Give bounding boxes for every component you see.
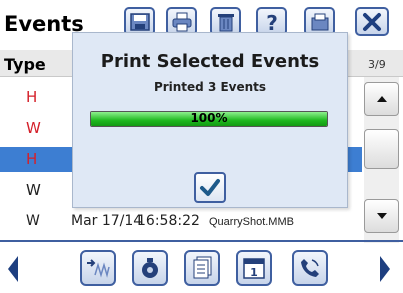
ok-button[interactable] [194,172,226,203]
save-icon [129,12,150,31]
monitor-icon [142,258,158,278]
scroll-up-button[interactable] [364,82,399,116]
dialog-status: Printed 3 Events [153,80,267,94]
export-icon [311,13,328,30]
calendar-icon: 1 [243,258,265,279]
row-type-cell: H [26,150,38,168]
triangle-down-icon [376,213,387,219]
row-type-cell: H [26,88,38,106]
waveform-button[interactable] [80,250,116,286]
row-time-cell: 16:58:22 [137,213,200,229]
row-type-cell: W [26,181,41,199]
documents-button[interactable] [184,250,220,286]
divider [0,240,403,242]
next-button[interactable] [378,254,392,284]
close-button[interactable] [355,7,389,36]
progress-percent: 100% [190,111,228,125]
dialog-title: Print Selected Events [100,51,320,72]
row-type-cell: W [26,213,40,229]
help-icon: ? [266,12,278,32]
close-icon [363,12,381,31]
scroll-thumb[interactable] [364,129,399,169]
waveform-icon [87,259,110,278]
triangle-up-icon [376,96,387,102]
previous-arrow-icon [8,256,18,282]
delete-icon [217,13,234,31]
row-date-cell: Mar 17/14 [71,213,143,229]
documents-icon [193,256,212,279]
svg-text:?: ? [266,12,278,32]
phone-button[interactable] [292,250,328,286]
checkmark-icon [200,178,220,196]
table-row[interactable]: W Mar 17/1416:58:22 QuarryShot.MMB [26,213,356,229]
print-icon [172,12,191,31]
previous-button[interactable] [6,254,20,284]
event-count: 3/9 [368,58,386,71]
phone-icon [301,259,319,277]
scroll-down-button[interactable] [364,199,399,233]
monitor-button[interactable] [132,250,168,286]
column-header-type: Type [4,55,46,74]
row-type-cell: W [26,119,41,137]
row-file-cell: QuarryShot.MMB [209,216,294,228]
svg-text:1: 1 [250,266,258,279]
calendar-button[interactable]: 1 [236,250,272,286]
next-arrow-icon [380,256,390,282]
